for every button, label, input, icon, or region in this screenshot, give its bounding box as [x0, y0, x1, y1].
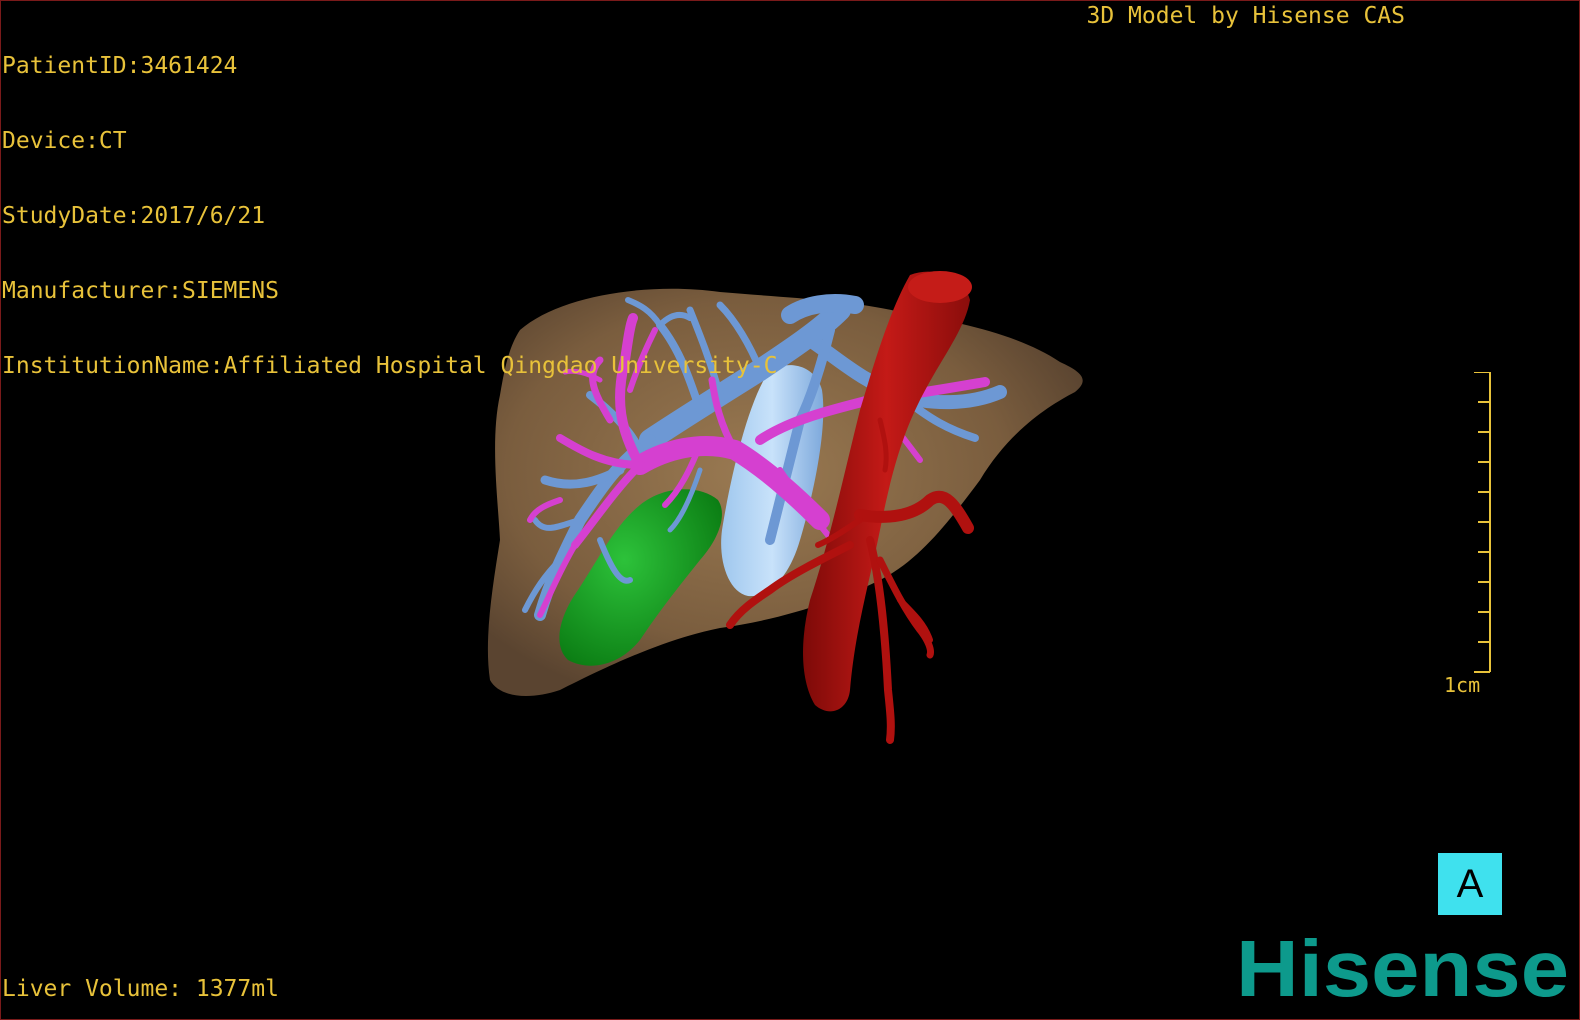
manufacturer: Manufacturer:SIEMENS — [2, 278, 279, 304]
hisense-logo-text: Hisense — [1236, 926, 1569, 1006]
institution-name: InstitutionName:Affiliated Hospital Qing… — [2, 353, 778, 379]
study-date: StudyDate:2017/6/21 — [2, 203, 266, 229]
patient-id: PatientID:3461424 — [2, 53, 238, 79]
scale-bar-label: 1cm — [1444, 673, 1481, 697]
aorta-cut-end — [908, 271, 972, 303]
liver-volume: Liver Volume: 1377ml — [2, 976, 279, 1002]
view-orientation-badge[interactable]: A — [1438, 853, 1502, 915]
hisense-logo: Hisense — [1236, 926, 1569, 1006]
device: Device:CT — [2, 128, 127, 154]
scale-bar — [1474, 372, 1491, 673]
model-credit: 3D Model by Hisense CAS — [1086, 3, 1406, 29]
patient-metadata: PatientID:3461424 Device:CT StudyDate:20… — [2, 4, 777, 404]
